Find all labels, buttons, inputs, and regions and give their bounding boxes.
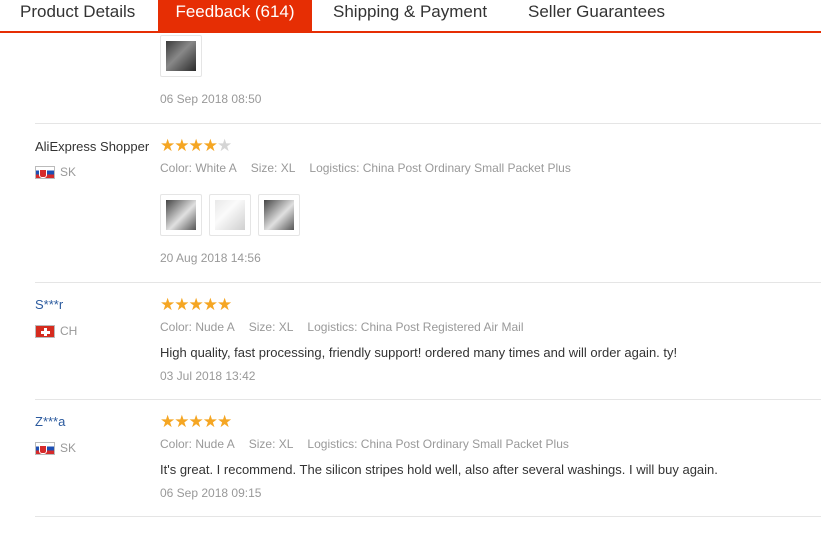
- star-filled-icon: ★: [174, 295, 189, 314]
- review-photo-thumbnail[interactable]: [209, 194, 251, 236]
- star-filled-icon: ★: [160, 295, 175, 314]
- order-color: Color: Nude A: [160, 437, 235, 451]
- reviewer-name[interactable]: S***r: [35, 297, 63, 312]
- star-filled-icon: ★: [160, 136, 175, 155]
- star-filled-icon: ★: [217, 295, 232, 314]
- review-photo-thumbnail[interactable]: [258, 194, 300, 236]
- order-info: Color: White A Size: XL Logistics: China P…: [160, 161, 585, 175]
- order-color: Color: Nude A: [160, 320, 235, 334]
- order-logistics: Logistics: China Post Ordinary Small Pac…: [309, 161, 571, 175]
- star-filled-icon: ★: [202, 295, 218, 314]
- order-info: Color: Nude A Size: XL Logistics: China Po…: [160, 437, 583, 451]
- star-filled-icon: ★: [160, 412, 175, 431]
- order-size: Size: XL: [248, 437, 294, 451]
- flag-ch-icon: [35, 325, 55, 338]
- reviewer-country: CH: [60, 324, 78, 338]
- review-item: 06 Sep 2018 08:50: [35, 33, 821, 124]
- order-color: Color: White A: [160, 161, 237, 175]
- star-rating: ★★★★★: [160, 412, 232, 431]
- tab-bar: Product Details Feedback (614) Shipping …: [0, 0, 821, 33]
- review-photo-thumbnail[interactable]: [160, 35, 202, 77]
- flag-sk-icon: [35, 166, 55, 179]
- tab-feedback[interactable]: Feedback (614): [158, 0, 312, 33]
- reviewer-country: SK: [60, 165, 77, 179]
- review-date: 06 Sep 2018 08:50: [160, 92, 262, 106]
- star-rating: ★★★★★: [160, 295, 232, 314]
- tab-product-details[interactable]: Product Details: [20, 0, 135, 31]
- star-filled-icon: ★: [188, 136, 204, 155]
- star-filled-icon: ★: [174, 412, 189, 431]
- tab-seller-guarantees[interactable]: Seller Guarantees: [528, 0, 665, 31]
- order-size: Size: XL: [248, 320, 294, 334]
- star-filled-icon: ★: [202, 412, 218, 431]
- star-filled-icon: ★: [202, 136, 218, 155]
- tab-shipping-payment[interactable]: Shipping & Payment: [333, 0, 487, 31]
- star-filled-icon: ★: [174, 136, 189, 155]
- order-size: Size: XL: [250, 161, 296, 175]
- review-date: 03 Jul 2018 13:42: [160, 369, 256, 383]
- star-rating: ★★★★★: [160, 136, 232, 155]
- review-photo: [166, 200, 196, 230]
- review-photo-thumbnail[interactable]: [160, 194, 202, 236]
- reviewer-name[interactable]: Z***a: [35, 414, 65, 429]
- order-logistics: Logistics: China Post Ordinary Small Pac…: [307, 437, 569, 451]
- flag-sk-icon: [35, 442, 55, 455]
- star-filled-icon: ★: [188, 295, 204, 314]
- reviewer-country: SK: [60, 441, 77, 455]
- review-item: Z***a SK ★★★★★ Color: Nude A Size: XL Logi…: [35, 400, 821, 517]
- review-text: High quality, fast processing, friendly …: [160, 345, 678, 360]
- review-photo: [166, 41, 196, 71]
- review-photo: [215, 200, 245, 230]
- review-text: It's great. I recommend. The silicon str…: [160, 462, 718, 477]
- reviewer-name[interactable]: AliExpress Shopper: [35, 139, 149, 154]
- star-filled-icon: ★: [188, 412, 204, 431]
- star-empty-icon: ★: [217, 136, 232, 155]
- order-logistics: Logistics: China Post Registered Air Mai…: [307, 320, 524, 334]
- order-info: Color: Nude A Size: XL Logistics: China Po…: [160, 320, 538, 334]
- review-date: 06 Sep 2018 09:15: [160, 486, 262, 500]
- review-item: AliExpress Shopper SK ★★★★★ Color: White…: [35, 124, 821, 283]
- review-photo: [264, 200, 294, 230]
- star-filled-icon: ★: [217, 412, 232, 431]
- review-date: 20 Aug 2018 14:56: [160, 251, 261, 265]
- review-item: S***r CH ★★★★★ Color: Nude A Size: XL Logi…: [35, 283, 821, 400]
